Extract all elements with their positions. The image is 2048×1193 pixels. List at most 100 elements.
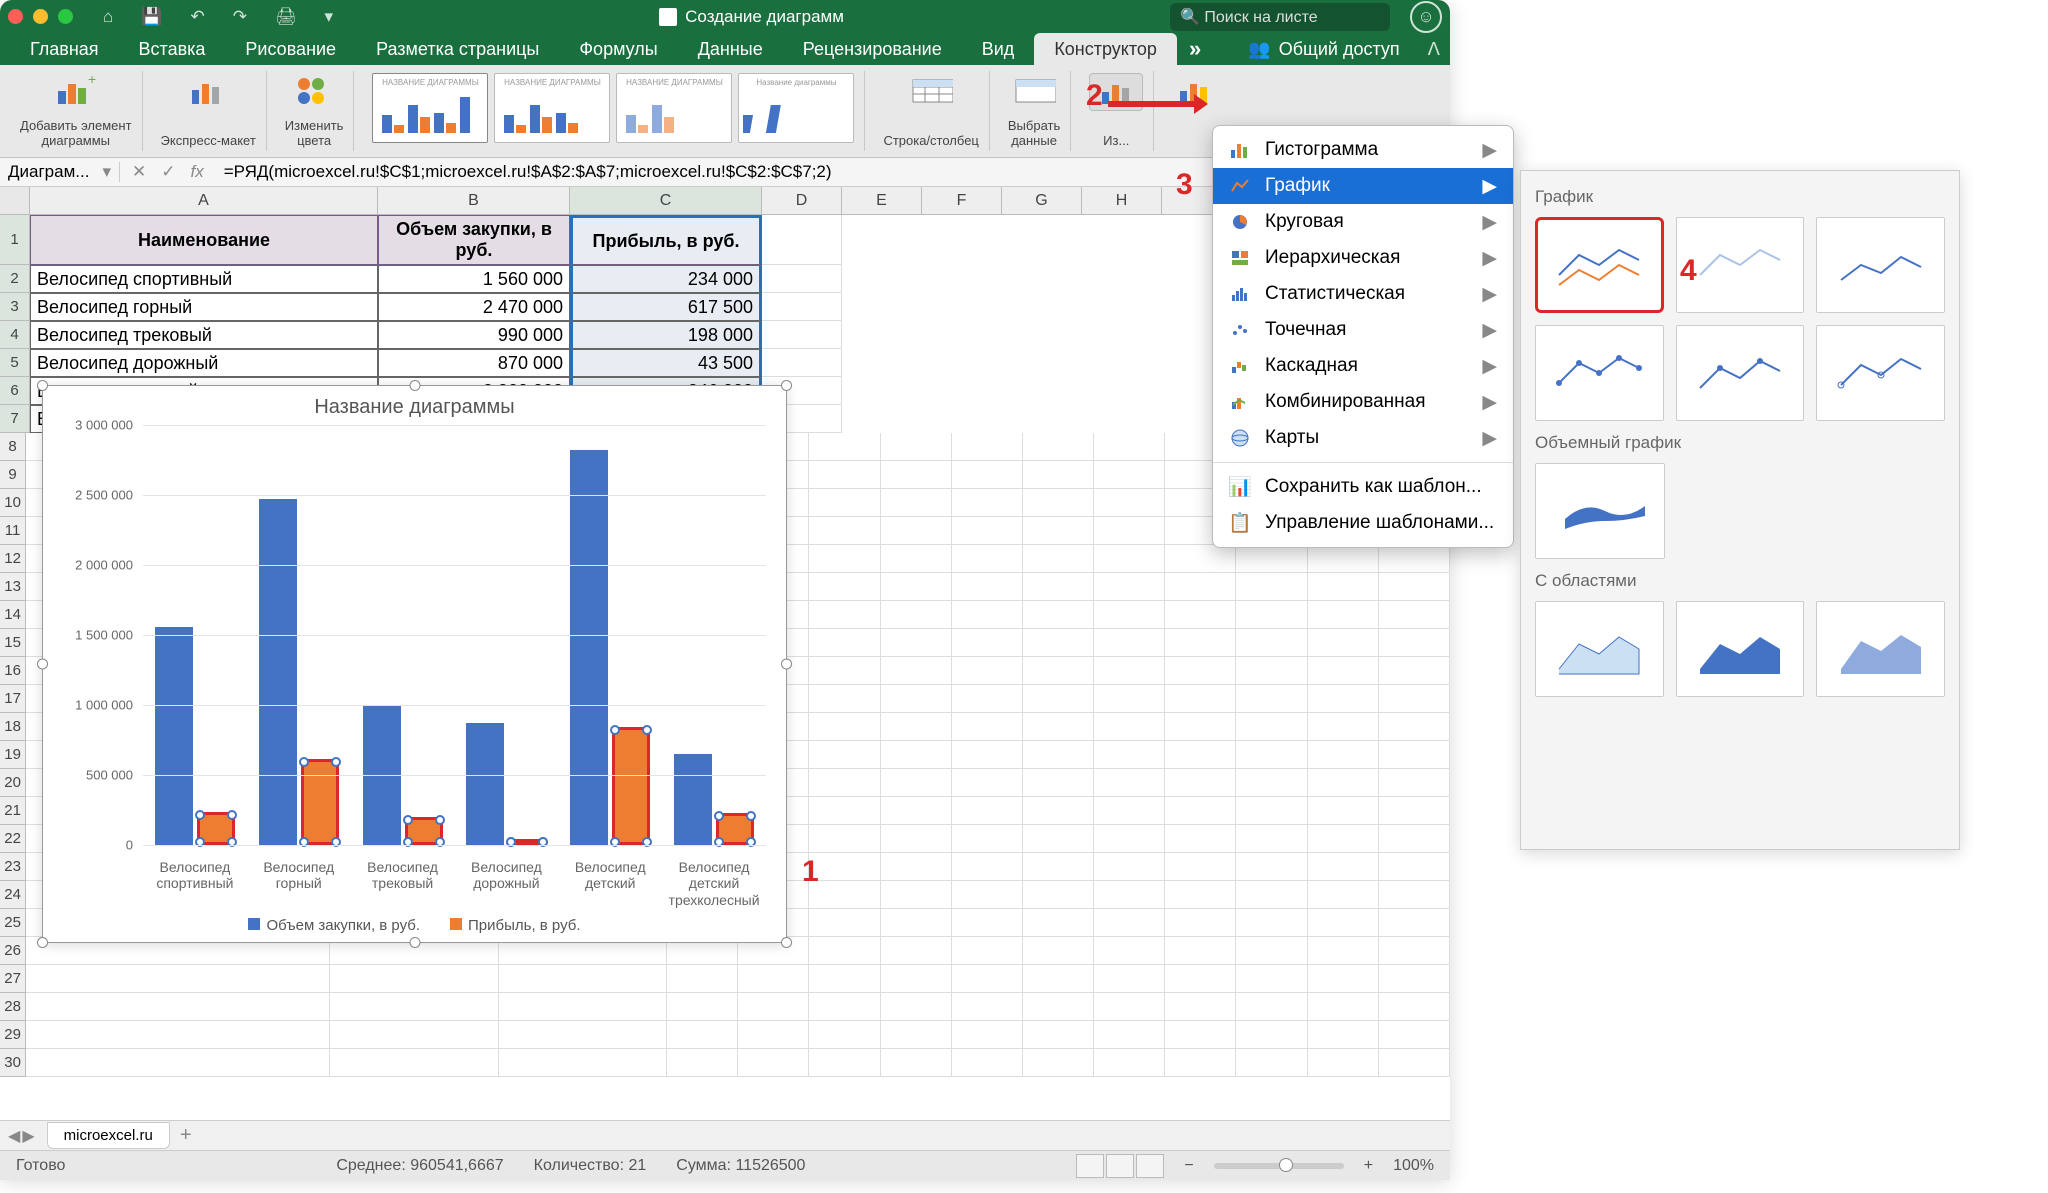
cell[interactable]: 43 500	[570, 349, 762, 377]
row-header-3[interactable]: 3	[0, 293, 30, 321]
line-chart-type-5[interactable]	[1676, 325, 1805, 421]
close-button[interactable]	[8, 9, 23, 24]
ctx-item-точечная[interactable]: Точечная▶	[1213, 312, 1513, 348]
tab-review[interactable]: Рецензирование	[783, 33, 962, 66]
row-header-1[interactable]: 1	[0, 215, 30, 265]
view-normal[interactable]	[1076, 1154, 1104, 1178]
chart-style-3[interactable]: НАЗВАНИЕ ДИАГРАММЫ	[616, 73, 732, 143]
cell[interactable]: 990 000	[378, 321, 570, 349]
row-header-19[interactable]: 19	[0, 741, 26, 769]
cell[interactable]: 2 470 000	[378, 293, 570, 321]
prev-sheet-icon[interactable]: ◀	[8, 1126, 20, 1146]
tab-draw[interactable]: Рисование	[225, 33, 356, 66]
save-icon[interactable]: 💾	[141, 7, 162, 27]
line-chart-type-4[interactable]	[1535, 325, 1664, 421]
row-header-26[interactable]: 26	[0, 937, 26, 965]
user-menu-button[interactable]: ☺	[1410, 1, 1442, 33]
col-header-e[interactable]: E	[842, 187, 922, 214]
cell-b1[interactable]: Объем закупки, в руб.	[378, 215, 570, 265]
row-header-22[interactable]: 22	[0, 825, 26, 853]
row-header-13[interactable]: 13	[0, 573, 26, 601]
row-header-6[interactable]: 6	[0, 377, 30, 405]
row-header-12[interactable]: 12	[0, 545, 26, 573]
minimize-button[interactable]	[33, 9, 48, 24]
cell[interactable]: 198 000	[570, 321, 762, 349]
ctx-item-график[interactable]: График▶	[1213, 168, 1513, 204]
sheet-tab[interactable]: microexcel.ru	[47, 1122, 170, 1149]
col-header-a[interactable]: A	[30, 187, 378, 214]
row-header-10[interactable]: 10	[0, 489, 26, 517]
row-header-11[interactable]: 11	[0, 517, 26, 545]
accept-formula-icon[interactable]: ✓	[161, 162, 175, 182]
cancel-formula-icon[interactable]: ✕	[132, 162, 146, 182]
col-header-g[interactable]: G	[1002, 187, 1082, 214]
chart-plot-area[interactable]: 0500 0001 000 0001 500 0002 000 0002 500…	[63, 425, 766, 845]
cell-d1[interactable]	[762, 215, 842, 265]
row-header-17[interactable]: 17	[0, 685, 26, 713]
cell[interactable]: Велосипед горный	[30, 293, 378, 321]
collapse-ribbon-icon[interactable]: ᐱ	[1428, 39, 1440, 60]
area-chart-type-2[interactable]	[1676, 601, 1805, 697]
home-icon[interactable]: ⌂	[103, 7, 113, 27]
cell[interactable]: Велосипед дорожный	[30, 349, 378, 377]
row-header-25[interactable]: 25	[0, 909, 26, 937]
chart-legend[interactable]: Объем закупки, в руб. Прибыль, в руб.	[43, 917, 786, 934]
chart-style-4[interactable]: Название диаграммы	[738, 73, 854, 143]
ribbon-group-select-data[interactable]: Выбрать данные	[998, 71, 1071, 151]
ctx-manage-templates[interactable]: 📋Управление шаблонами...	[1213, 505, 1513, 541]
cell[interactable]: 234 000	[570, 265, 762, 293]
row-header-23[interactable]: 23	[0, 853, 26, 881]
chart-style-1[interactable]: НАЗВАНИЕ ДИАГРАММЫ	[372, 73, 488, 143]
print-icon[interactable]: 🖨	[275, 7, 297, 27]
chart-title[interactable]: Название диаграммы	[43, 386, 786, 425]
row-header-29[interactable]: 29	[0, 1021, 26, 1049]
col-header-b[interactable]: B	[378, 187, 570, 214]
col-header-c[interactable]: C	[570, 187, 762, 214]
row-header-28[interactable]: 28	[0, 993, 26, 1021]
ribbon-group-add-element[interactable]: + Добавить элемент диаграммы	[10, 71, 143, 151]
3d-line-chart-type[interactable]	[1535, 463, 1665, 559]
col-header-f[interactable]: F	[922, 187, 1002, 214]
ribbon-group-quick-layout[interactable]: Экспресс-макет	[151, 71, 267, 151]
row-header-7[interactable]: 7	[0, 405, 30, 433]
search-input[interactable]: 🔍 Поиск на листе	[1170, 3, 1390, 31]
ctx-item-круговая[interactable]: Круговая▶	[1213, 204, 1513, 240]
ribbon-group-change-colors[interactable]: Изменить цвета	[275, 71, 355, 151]
row-header-18[interactable]: 18	[0, 713, 26, 741]
row-header-30[interactable]: 30	[0, 1049, 26, 1077]
next-sheet-icon[interactable]: ▶	[22, 1126, 34, 1146]
row-header-16[interactable]: 16	[0, 657, 26, 685]
col-header-h[interactable]: H	[1082, 187, 1162, 214]
row-header-2[interactable]: 2	[0, 265, 30, 293]
ctx-item-карты[interactable]: Карты▶	[1213, 420, 1513, 456]
row-header-8[interactable]: 8	[0, 433, 26, 461]
area-chart-type-3[interactable]	[1816, 601, 1945, 697]
col-header-d[interactable]: D	[762, 187, 842, 214]
cell-c1[interactable]: Прибыль, в руб.	[570, 215, 762, 265]
ctx-item-иерархическая[interactable]: Иерархическая▶	[1213, 240, 1513, 276]
tab-formulas[interactable]: Формулы	[559, 33, 677, 66]
row-header-5[interactable]: 5	[0, 349, 30, 377]
more-tabs-button[interactable]: »	[1177, 30, 1213, 68]
ctx-item-каскадная[interactable]: Каскадная▶	[1213, 348, 1513, 384]
share-button[interactable]: 👥 Общий доступ	[1228, 33, 1419, 66]
select-all-corner[interactable]	[0, 187, 30, 214]
cell[interactable]: 1 560 000	[378, 265, 570, 293]
ctx-item-комбинированная[interactable]: Комбинированная▶	[1213, 384, 1513, 420]
ribbon-group-switch-rowcol[interactable]: Строка/столбец	[873, 71, 989, 151]
zoom-out-icon[interactable]: −	[1184, 1157, 1193, 1175]
add-sheet-button[interactable]: +	[180, 1124, 192, 1147]
row-header-15[interactable]: 15	[0, 629, 26, 657]
zoom-slider[interactable]	[1214, 1163, 1344, 1169]
zoom-in-icon[interactable]: +	[1364, 1157, 1373, 1175]
cell[interactable]: Велосипед трековый	[30, 321, 378, 349]
redo-icon[interactable]: ↷	[233, 7, 247, 27]
line-chart-type-3[interactable]	[1816, 217, 1945, 313]
view-page-layout[interactable]	[1106, 1154, 1134, 1178]
row-header-14[interactable]: 14	[0, 601, 26, 629]
view-page-break[interactable]	[1136, 1154, 1164, 1178]
tab-insert[interactable]: Вставка	[119, 33, 226, 66]
undo-icon[interactable]: ↶	[190, 7, 204, 27]
cell-a1[interactable]: Наименование	[30, 215, 378, 265]
row-header-21[interactable]: 21	[0, 797, 26, 825]
